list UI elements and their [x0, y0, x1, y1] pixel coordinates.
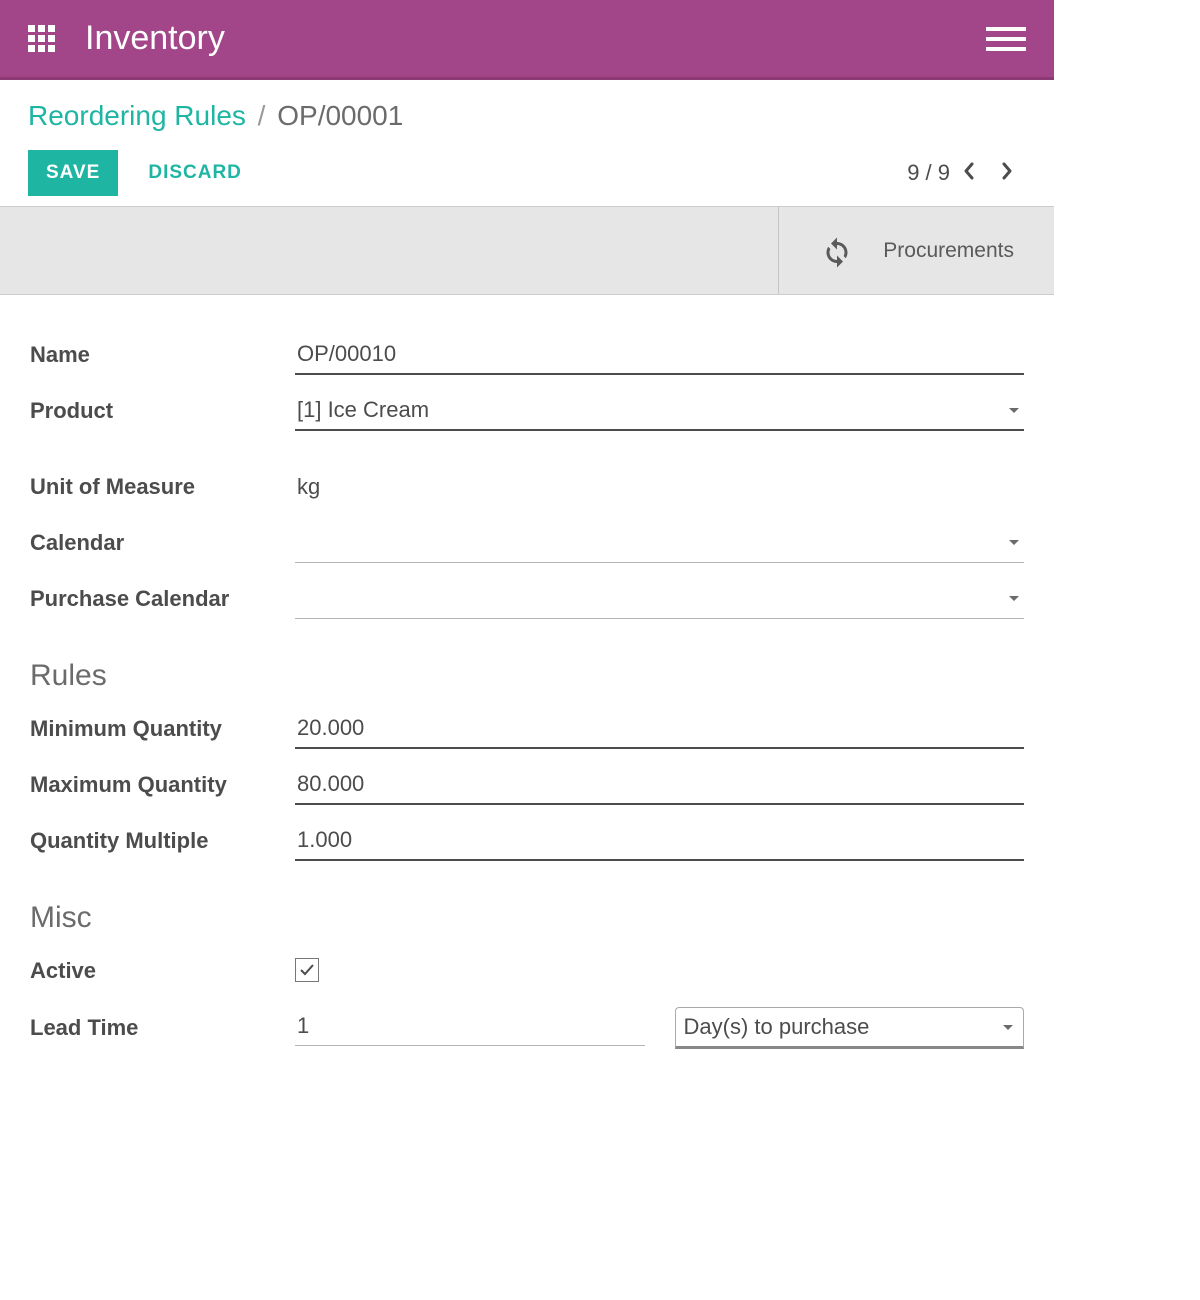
- calendar-input[interactable]: [295, 524, 1024, 563]
- lead-time-input[interactable]: [295, 1007, 645, 1046]
- pager-prev-icon[interactable]: [950, 160, 988, 186]
- max-qty-input[interactable]: [295, 765, 1024, 805]
- lead-type-select[interactable]: [675, 1007, 1025, 1049]
- purchase-calendar-input[interactable]: [295, 580, 1024, 619]
- topbar: Inventory: [0, 0, 1054, 80]
- uom-value: kg: [295, 468, 1024, 506]
- misc-section-title: Misc: [30, 901, 1024, 935]
- breadcrumb-parent[interactable]: Reordering Rules: [28, 100, 246, 131]
- subheader: Reordering Rules / OP/00001 SAVE DISCARD…: [0, 80, 1054, 206]
- uom-label: Unit of Measure: [30, 474, 295, 500]
- pager-next-icon[interactable]: [988, 160, 1026, 186]
- name-label: Name: [30, 342, 295, 368]
- lead-time-label: Lead Time: [30, 1015, 295, 1041]
- product-label: Product: [30, 398, 295, 424]
- active-label: Active: [30, 958, 295, 984]
- calendar-label: Calendar: [30, 530, 295, 556]
- active-checkbox[interactable]: [295, 958, 319, 982]
- toolbar: Procurements: [0, 207, 1054, 295]
- breadcrumb-separator: /: [250, 100, 273, 131]
- product-input[interactable]: [295, 391, 1024, 431]
- discard-button[interactable]: DISCARD: [130, 150, 260, 196]
- purchase-calendar-label: Purchase Calendar: [30, 586, 295, 612]
- qty-multiple-label: Quantity Multiple: [30, 828, 295, 854]
- check-icon: [298, 961, 316, 979]
- breadcrumb-current: OP/00001: [277, 100, 403, 131]
- form: Name Product Unit of Measure kg Calendar: [0, 295, 1054, 1085]
- actions-row: SAVE DISCARD 9 / 9: [28, 150, 1026, 196]
- pager-text: 9 / 9: [907, 160, 950, 186]
- min-qty-label: Minimum Quantity: [30, 716, 295, 742]
- save-button[interactable]: SAVE: [28, 150, 118, 196]
- app-title: Inventory: [85, 19, 225, 58]
- procurements-label: Procurements: [883, 239, 1014, 263]
- refresh-icon: [819, 233, 855, 269]
- breadcrumb: Reordering Rules / OP/00001: [28, 100, 1026, 132]
- name-input[interactable]: [295, 335, 1024, 375]
- qty-multiple-input[interactable]: [295, 821, 1024, 861]
- procurements-button[interactable]: Procurements: [779, 207, 1054, 294]
- max-qty-label: Maximum Quantity: [30, 772, 295, 798]
- rules-section-title: Rules: [30, 659, 1024, 693]
- min-qty-input[interactable]: [295, 709, 1024, 749]
- pager: 9 / 9: [907, 160, 1026, 186]
- apps-icon[interactable]: [28, 25, 55, 52]
- menu-icon[interactable]: [986, 27, 1026, 51]
